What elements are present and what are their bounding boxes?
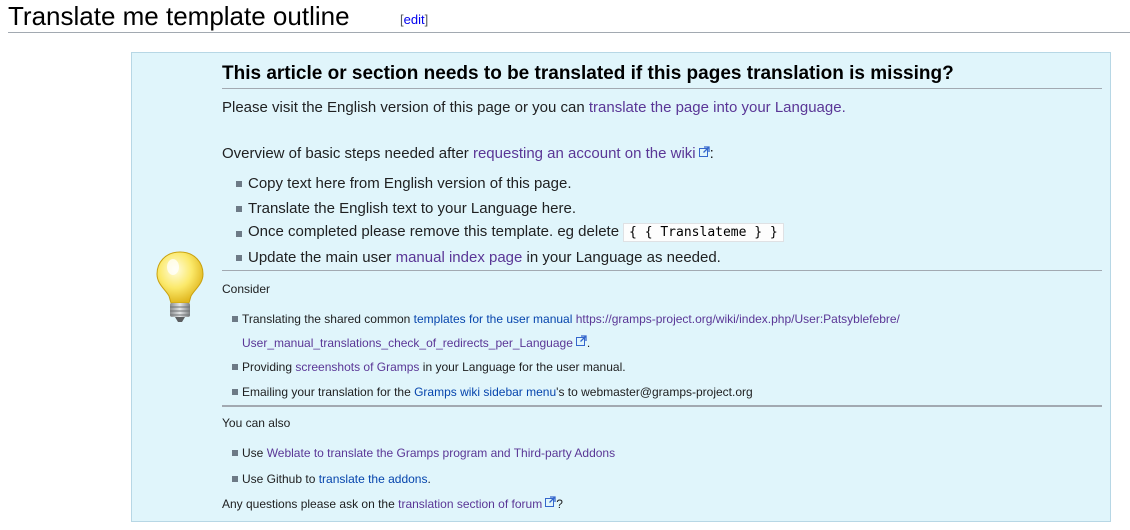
- divider: [222, 270, 1102, 271]
- request-account-link[interactable]: requesting an account on the wiki: [473, 145, 696, 162]
- consider-2-pre: Providing: [242, 360, 296, 374]
- square-bullet: [232, 450, 238, 456]
- square-bullet: [232, 364, 238, 370]
- also-2-pre: Use Github to: [242, 472, 319, 486]
- square-bullet: [236, 255, 242, 261]
- edit-bracket-close: ]: [424, 12, 429, 27]
- consider-item-2: Providing screenshots of Gramps in your …: [242, 360, 626, 374]
- edit-link[interactable]: edit: [404, 12, 425, 27]
- screenshots-link[interactable]: screenshots of Gramps: [295, 360, 419, 374]
- external-link-icon: [545, 496, 556, 507]
- overview-end: :: [709, 145, 714, 162]
- consider-1-end: .: [586, 336, 591, 350]
- consider-heading: Consider: [222, 282, 271, 296]
- external-link-icon: [698, 146, 710, 157]
- questions-end: ?: [556, 497, 563, 511]
- redirects-url-link[interactable]: https://gramps-project.org/wiki/index.ph…: [572, 312, 900, 326]
- templates-link[interactable]: templates for the user manual: [414, 312, 573, 326]
- section-heading: Translate me template outline [edit]: [8, 0, 1130, 33]
- consider-item-1: Translating the shared common templates …: [242, 312, 900, 326]
- divider: [222, 405, 1102, 407]
- square-bullet: [232, 316, 238, 322]
- square-bullet: [236, 181, 242, 187]
- step-1: Copy text here from English version of t…: [248, 175, 572, 192]
- overview-line: Overview of basic steps needed after req…: [222, 145, 714, 162]
- weblate-link[interactable]: Weblate to translate the Gramps program …: [267, 446, 615, 460]
- external-link-icon: [575, 335, 587, 346]
- redirects-url-link-cont[interactable]: User_manual_translations_check_of_redire…: [242, 336, 573, 350]
- step-2: Translate the English text to your Langu…: [248, 200, 576, 217]
- consider-item-1-cont: User_manual_translations_check_of_redire…: [242, 335, 590, 350]
- step-3: Once completed please remove this templa…: [248, 223, 784, 242]
- step-3-text: Once completed please remove this templa…: [248, 223, 620, 240]
- also-heading: You can also: [222, 416, 291, 430]
- consider-2-post: in your Language for the user manual.: [419, 360, 626, 374]
- also-2-end: .: [427, 472, 431, 486]
- square-bullet: [232, 389, 238, 395]
- notice-title: This article or section needs to be tran…: [222, 63, 1102, 89]
- questions-pre: Any questions please ask on the: [222, 497, 399, 511]
- questions-line: Any questions please ask on the translat…: [222, 496, 563, 511]
- consider-3-post: 's to webmaster@gramps-project.org: [556, 385, 753, 399]
- also-1-pre: Use: [242, 446, 267, 460]
- also-item-1: Use Weblate to translate the Gramps prog…: [242, 446, 615, 460]
- step-4-pre: Update the main user: [248, 249, 396, 266]
- consider-1-pre: Translating the shared common: [242, 312, 414, 326]
- manual-index-link[interactable]: manual index page: [396, 249, 523, 266]
- step-4-post: in your Language as needed.: [522, 249, 721, 266]
- translate-page-link[interactable]: translate the page into your Language.: [589, 99, 846, 116]
- edit-section: [edit]: [400, 12, 428, 27]
- visit-text: Please visit the English version of this…: [222, 99, 589, 116]
- lightbulb-icon: [156, 251, 204, 322]
- page-title: Translate me template outline: [8, 1, 350, 31]
- consider-3-pre: Emailing your translation for the: [242, 385, 415, 399]
- translate-notice-box: This article or section needs to be tran…: [131, 52, 1111, 522]
- sidebar-menu-link[interactable]: Gramps wiki sidebar menu: [414, 385, 556, 399]
- square-bullet: [236, 206, 242, 212]
- overview-text: Overview of basic steps needed after: [222, 145, 473, 162]
- square-bullet: [232, 476, 238, 482]
- template-code: { { Translateme } }: [623, 223, 784, 242]
- step-4: Update the main user manual index page i…: [248, 249, 721, 266]
- visit-line: Please visit the English version of this…: [222, 99, 846, 116]
- also-item-2: Use Github to translate the addons.: [242, 472, 431, 486]
- translate-addons-link[interactable]: translate the addons: [319, 472, 428, 486]
- consider-item-3: Emailing your translation for the Gramps…: [242, 385, 753, 399]
- square-bullet: [236, 231, 242, 237]
- forum-link[interactable]: translation section of forum: [398, 497, 542, 511]
